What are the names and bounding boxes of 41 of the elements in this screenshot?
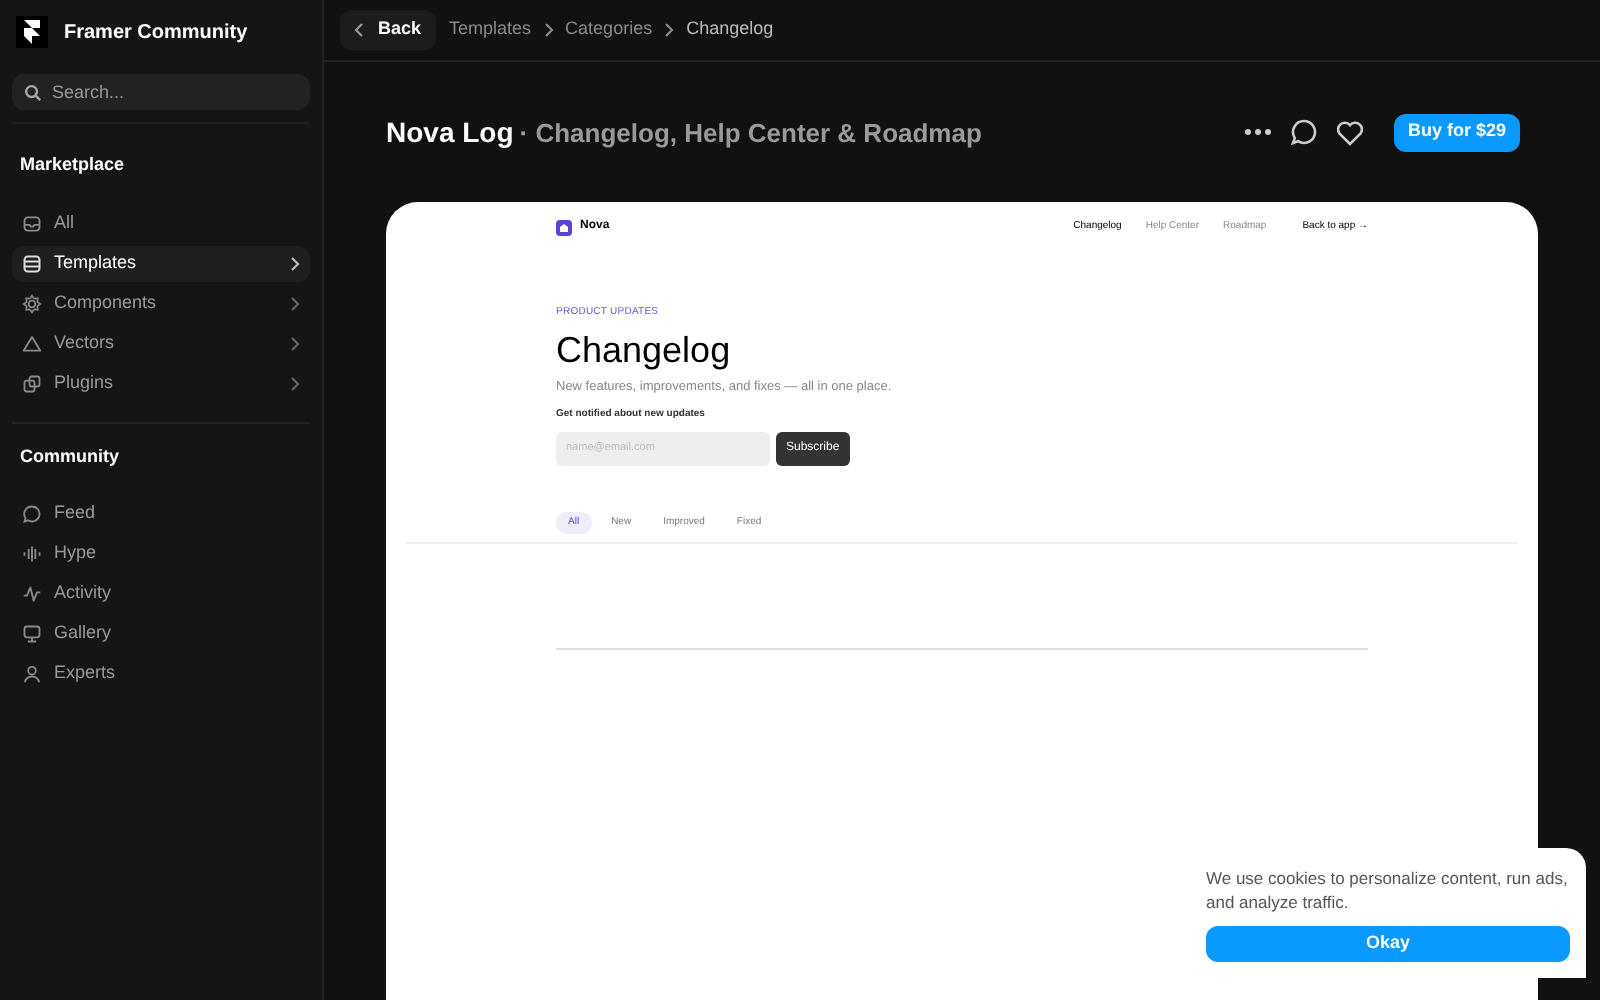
inbox-icon	[22, 213, 42, 233]
sidebar-item[interactable]: All	[12, 205, 310, 241]
monitor-icon	[22, 624, 42, 644]
gear-icon	[22, 293, 42, 313]
logo-icon	[556, 219, 572, 235]
logo-icon[interactable]	[16, 16, 48, 48]
chevron-left-icon	[354, 22, 364, 38]
sidebar-item[interactable]: Activity	[12, 576, 310, 612]
bars-icon	[22, 544, 42, 564]
heart-icon[interactable]	[1335, 119, 1364, 145]
sidebar-item[interactable]: Templates	[12, 245, 310, 281]
page-heading: Changelog	[556, 327, 731, 371]
speech-bubble-icon	[22, 504, 42, 524]
product-title: Nova Log	[386, 113, 514, 152]
sidebar-item[interactable]: Hype	[12, 536, 310, 572]
section-title: Marketplace	[18, 152, 127, 178]
sidebar-item[interactable]: Experts	[12, 656, 310, 692]
person-icon	[22, 664, 42, 684]
brand-name: Framer Community	[64, 19, 248, 47]
sidebar-item[interactable]: Gallery	[12, 616, 310, 652]
search-icon	[24, 84, 42, 102]
layout-icon	[22, 253, 42, 273]
product-subtitle: · Changelog, Help Center & Roadmap	[519, 115, 982, 152]
breadcrumb-link[interactable]: Categories	[565, 16, 653, 44]
breadcrumb-link[interactable]: Templates	[449, 16, 532, 44]
section-title: Community	[18, 443, 121, 470]
more-icon[interactable]	[1243, 128, 1272, 136]
squares-icon	[22, 373, 42, 393]
cookie-text: We use cookies to personalize content, run ads, and analyze traffic.	[1206, 866, 1570, 914]
sidebar-item[interactable]: Plugins	[12, 365, 310, 401]
breadcrumb-link[interactable]: Changelog	[686, 16, 774, 44]
search-field[interactable]: Search...	[12, 74, 310, 110]
chevron-right-icon	[664, 22, 675, 38]
sidebar-item[interactable]: Vectors	[12, 325, 310, 361]
pulse-icon	[22, 584, 42, 604]
back-button[interactable]: Back	[340, 10, 436, 50]
comment-icon[interactable]	[1289, 118, 1318, 146]
sidebar-item[interactable]: Components	[12, 285, 310, 321]
triangle-icon	[22, 333, 42, 353]
chevron-right-icon	[543, 22, 554, 38]
sidebar-item[interactable]: Feed	[12, 496, 310, 532]
